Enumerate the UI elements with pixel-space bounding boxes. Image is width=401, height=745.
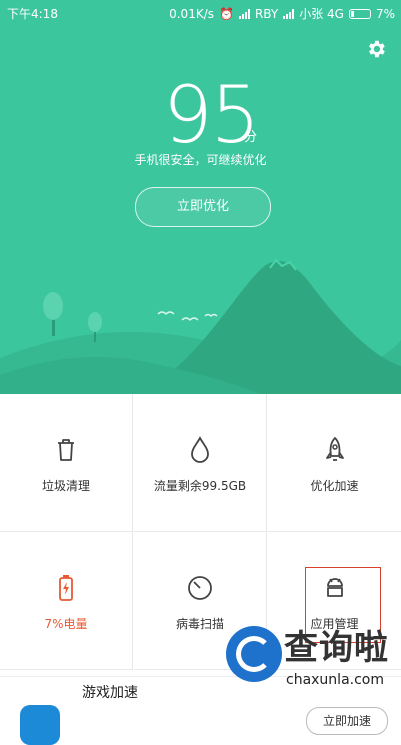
game-boost-title: 游戏加速 — [82, 685, 138, 701]
signal-icon-1 — [238, 8, 250, 19]
signal-icon-2 — [283, 8, 295, 19]
battery-icon — [59, 575, 73, 601]
carrier-1: RBY — [254, 6, 279, 21]
carrier-2: 小张 4G — [299, 7, 344, 21]
data-usage-label: 流量剩余99.5GB — [153, 479, 247, 493]
trash-icon — [58, 439, 74, 461]
gear-icon[interactable] — [365, 38, 387, 60]
battery-label: 7%电量 — [44, 617, 88, 631]
score-unit: 分 — [244, 130, 258, 145]
optimize-button[interactable]: 立即优化 — [135, 187, 271, 227]
battery-icon — [348, 8, 371, 19]
landscape-illustration — [0, 258, 401, 394]
speed-up-label: 优化加速 — [310, 479, 359, 493]
watermark: 查询啦 chaxunla.com — [226, 620, 401, 710]
rocket-icon — [325, 437, 344, 461]
battery-tile[interactable]: 7%电量 — [0, 532, 133, 670]
game-boost-icon — [20, 705, 60, 745]
junk-clean-label: 垃圾清理 — [41, 479, 90, 493]
hero-panel: 下午4:18 0.01K/s ⏰ RBY 小张 4G 7% 95 分 手机很安全… — [0, 0, 401, 394]
drop-icon — [191, 436, 209, 463]
scan-icon — [188, 576, 212, 600]
security-subtitle: 手机很安全，可继续优化 — [134, 153, 267, 167]
battery-percent: 7% — [375, 6, 395, 21]
status-bar: 下午4:18 0.01K/s ⏰ RBY 小张 4G 7% — [0, 0, 401, 24]
speed-up-tile[interactable]: 优化加速 — [268, 394, 401, 532]
watermark-logo-icon — [226, 626, 282, 682]
status-right: 0.01K/s ⏰ RBY 小张 4G 7% — [169, 5, 395, 22]
data-usage-tile[interactable]: 流量剩余99.5GB — [134, 394, 267, 532]
network-speed: 0.01K/s — [169, 6, 214, 21]
status-time: 下午4:18 — [7, 7, 58, 21]
watermark-en: chaxunla.com — [286, 672, 384, 688]
junk-clean-tile[interactable]: 垃圾清理 — [0, 394, 133, 532]
game-boost-button[interactable]: 立即加速 — [306, 707, 388, 735]
alarm-icon: ⏰ — [219, 6, 234, 21]
watermark-cn: 查询啦 — [284, 628, 389, 668]
